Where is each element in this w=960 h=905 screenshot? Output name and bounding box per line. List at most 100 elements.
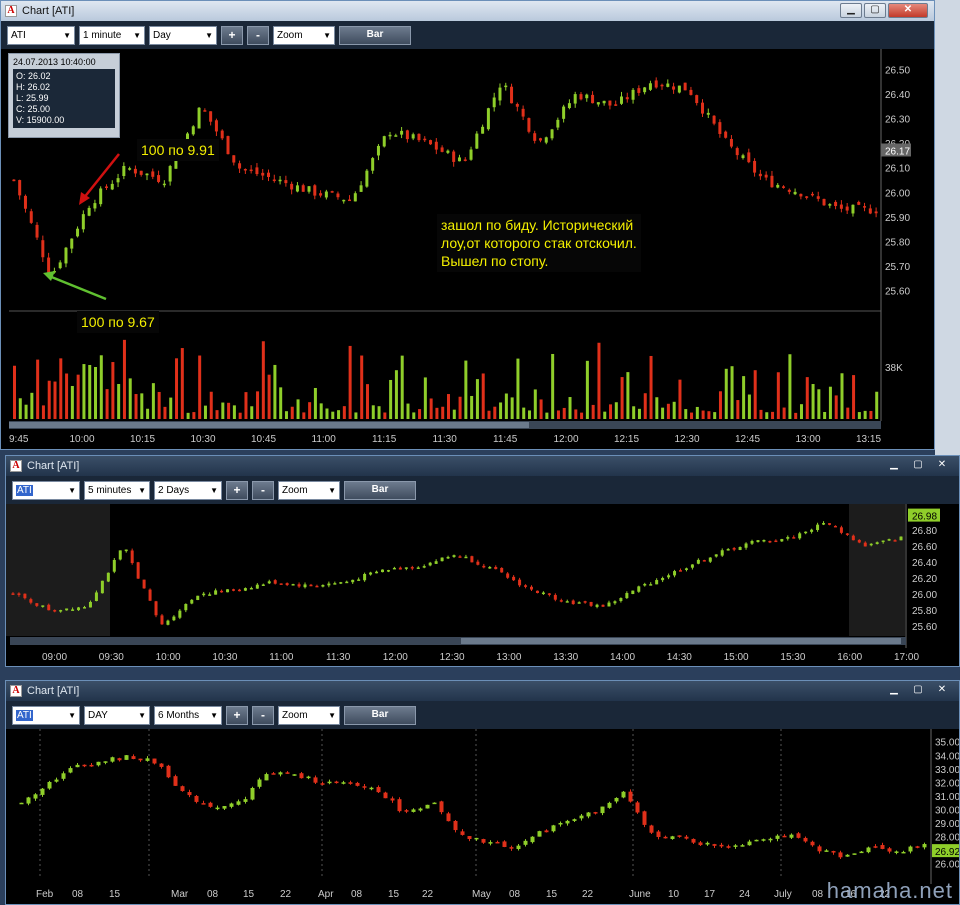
volume-bar xyxy=(510,397,514,419)
candle-1min-candle xyxy=(157,175,161,182)
zoom-select[interactable]: Zoom ▼ xyxy=(273,25,335,45)
window-titlebar[interactable]: A Chart [ATI] ▁ ▢ ✕ xyxy=(1,1,934,21)
candle-5min-candle xyxy=(130,550,134,564)
volume-bar xyxy=(227,402,231,419)
time-axis-label: 13:00 xyxy=(796,434,821,445)
zoom-in-button[interactable]: + xyxy=(221,25,243,45)
range-select[interactable]: 2 Days ▼ xyxy=(154,480,222,500)
volume-bar xyxy=(406,403,410,419)
price-chart-5min[interactable]: 26.98 26.80 26.60 26.40 26.20 26.00 25.80 25.60… xyxy=(6,504,960,667)
price-axis-label: 28.00 xyxy=(935,833,960,844)
zoom-select[interactable]: Zoom ▼ xyxy=(278,705,340,725)
bar-type-button[interactable]: Bar xyxy=(344,480,416,500)
candle-daily-candle xyxy=(257,779,262,787)
minimize-button[interactable]: ▁ xyxy=(883,683,905,698)
candle-1min-candle xyxy=(220,130,224,139)
candle-1min-candle xyxy=(284,180,288,184)
interval-select[interactable]: 5 minutes ▼ xyxy=(84,480,150,500)
volume-bar xyxy=(580,412,584,419)
candle-5min-candle xyxy=(375,571,379,574)
candle-1min-candle xyxy=(463,159,467,161)
candle-5min-candle xyxy=(11,593,15,595)
range-select[interactable]: Day ▼ xyxy=(149,25,217,45)
candle-1min-candle xyxy=(104,186,108,188)
maximize-button[interactable]: ▢ xyxy=(864,3,886,18)
price-chart-daily[interactable]: 35.00 34.00 33.00 32.00 31.00 30.00 29.00 28.00… xyxy=(6,729,960,905)
volume-bar xyxy=(308,402,312,419)
candle-1min-candle xyxy=(168,166,172,182)
volume-bar xyxy=(267,374,271,419)
price-axis-label: 26.98 xyxy=(912,512,937,523)
zoom-in-button[interactable]: + xyxy=(226,480,248,500)
candle-5min-candle xyxy=(88,601,92,608)
candle-5min-candle xyxy=(679,570,682,572)
bar-type-button[interactable]: Bar xyxy=(339,25,411,45)
close-button[interactable]: ✕ xyxy=(931,683,953,698)
volume-bar xyxy=(655,397,659,419)
price-axis-label: 35.00 xyxy=(935,738,960,749)
candle-1min-candle xyxy=(110,183,114,190)
zoom-out-button[interactable]: - xyxy=(252,480,274,500)
volume-bar xyxy=(238,412,242,419)
window-titlebar[interactable]: A Chart [ATI] ▁ ▢ ✕ xyxy=(6,456,959,476)
volume-bar xyxy=(637,408,641,419)
candle-1min-candle xyxy=(417,133,421,141)
bar-type-button[interactable]: Bar xyxy=(344,705,416,725)
candle-1min-candle xyxy=(498,87,502,101)
zoom-select[interactable]: Zoom ▼ xyxy=(278,480,340,500)
volume-bar xyxy=(701,410,705,419)
volume-bar xyxy=(394,370,398,419)
time-axis-label: 14:00 xyxy=(610,652,635,663)
candle-daily-candle xyxy=(761,839,766,841)
volume-bar xyxy=(481,373,485,419)
candle-daily-candle xyxy=(26,797,31,804)
minimize-button[interactable]: ▁ xyxy=(883,458,905,473)
symbol-select[interactable]: ATI ▼ xyxy=(7,25,75,45)
candle-5min-candle xyxy=(506,573,510,578)
candle-5min-candle xyxy=(613,601,617,604)
close-button[interactable]: ✕ xyxy=(888,3,928,18)
time-axis-label: Mar xyxy=(171,889,189,900)
candle-5min-candle xyxy=(166,620,170,625)
symbol-select[interactable]: ATI ▼ xyxy=(12,480,80,500)
candle-5min-candle xyxy=(29,599,33,603)
candle-5min-candle xyxy=(148,589,152,601)
candle-1min-candle xyxy=(556,119,560,128)
time-axis-label: 09:30 xyxy=(99,652,124,663)
candle-5min-candle xyxy=(833,525,837,528)
zoom-out-button[interactable]: - xyxy=(252,705,274,725)
candle-5min-candle xyxy=(106,572,110,582)
price-axis-label: 26.17 xyxy=(885,146,910,157)
interval-select[interactable]: DAY ▼ xyxy=(84,705,150,725)
candle-daily-candle xyxy=(397,799,402,812)
candle-1min-candle xyxy=(631,89,635,100)
symbol-select[interactable]: ATI ▼ xyxy=(12,705,80,725)
candle-5min-candle xyxy=(780,539,784,542)
candle-5min-candle xyxy=(553,594,557,600)
candle-daily-candle xyxy=(887,848,892,852)
candle-1min-candle xyxy=(660,84,664,87)
maximize-button[interactable]: ▢ xyxy=(907,458,929,473)
volume-bar xyxy=(736,400,740,419)
window-titlebar[interactable]: A Chart [ATI] ▁ ▢ ✕ xyxy=(6,681,959,701)
candle-1min-candle xyxy=(857,201,861,205)
candle-1min-candle xyxy=(770,175,774,188)
candle-1min-candle xyxy=(58,262,62,269)
maximize-button[interactable]: ▢ xyxy=(907,683,929,698)
zoom-out-button[interactable]: - xyxy=(247,25,269,45)
zoom-in-button[interactable]: + xyxy=(226,705,248,725)
candle-5min-candle xyxy=(267,581,271,584)
candle-5min-candle xyxy=(619,598,623,602)
candle-daily-candle xyxy=(292,774,297,776)
ohlc-tooltip: 24.07.2013 10:40:00 O: 26.02 H: 26.02 L: 2… xyxy=(8,53,120,138)
candle-5min-candle xyxy=(732,548,736,550)
minimize-button[interactable]: ▁ xyxy=(840,3,862,18)
candle-5min-candle xyxy=(804,531,808,534)
close-button[interactable]: ✕ xyxy=(931,458,953,473)
range-select[interactable]: 6 Months ▼ xyxy=(154,705,222,725)
candle-1min-candle xyxy=(371,158,375,171)
interval-select[interactable]: 1 minute ▼ xyxy=(79,25,145,45)
candle-daily-candle xyxy=(355,782,360,786)
candle-5min-candle xyxy=(589,601,593,606)
candle-1min-candle xyxy=(764,174,768,178)
